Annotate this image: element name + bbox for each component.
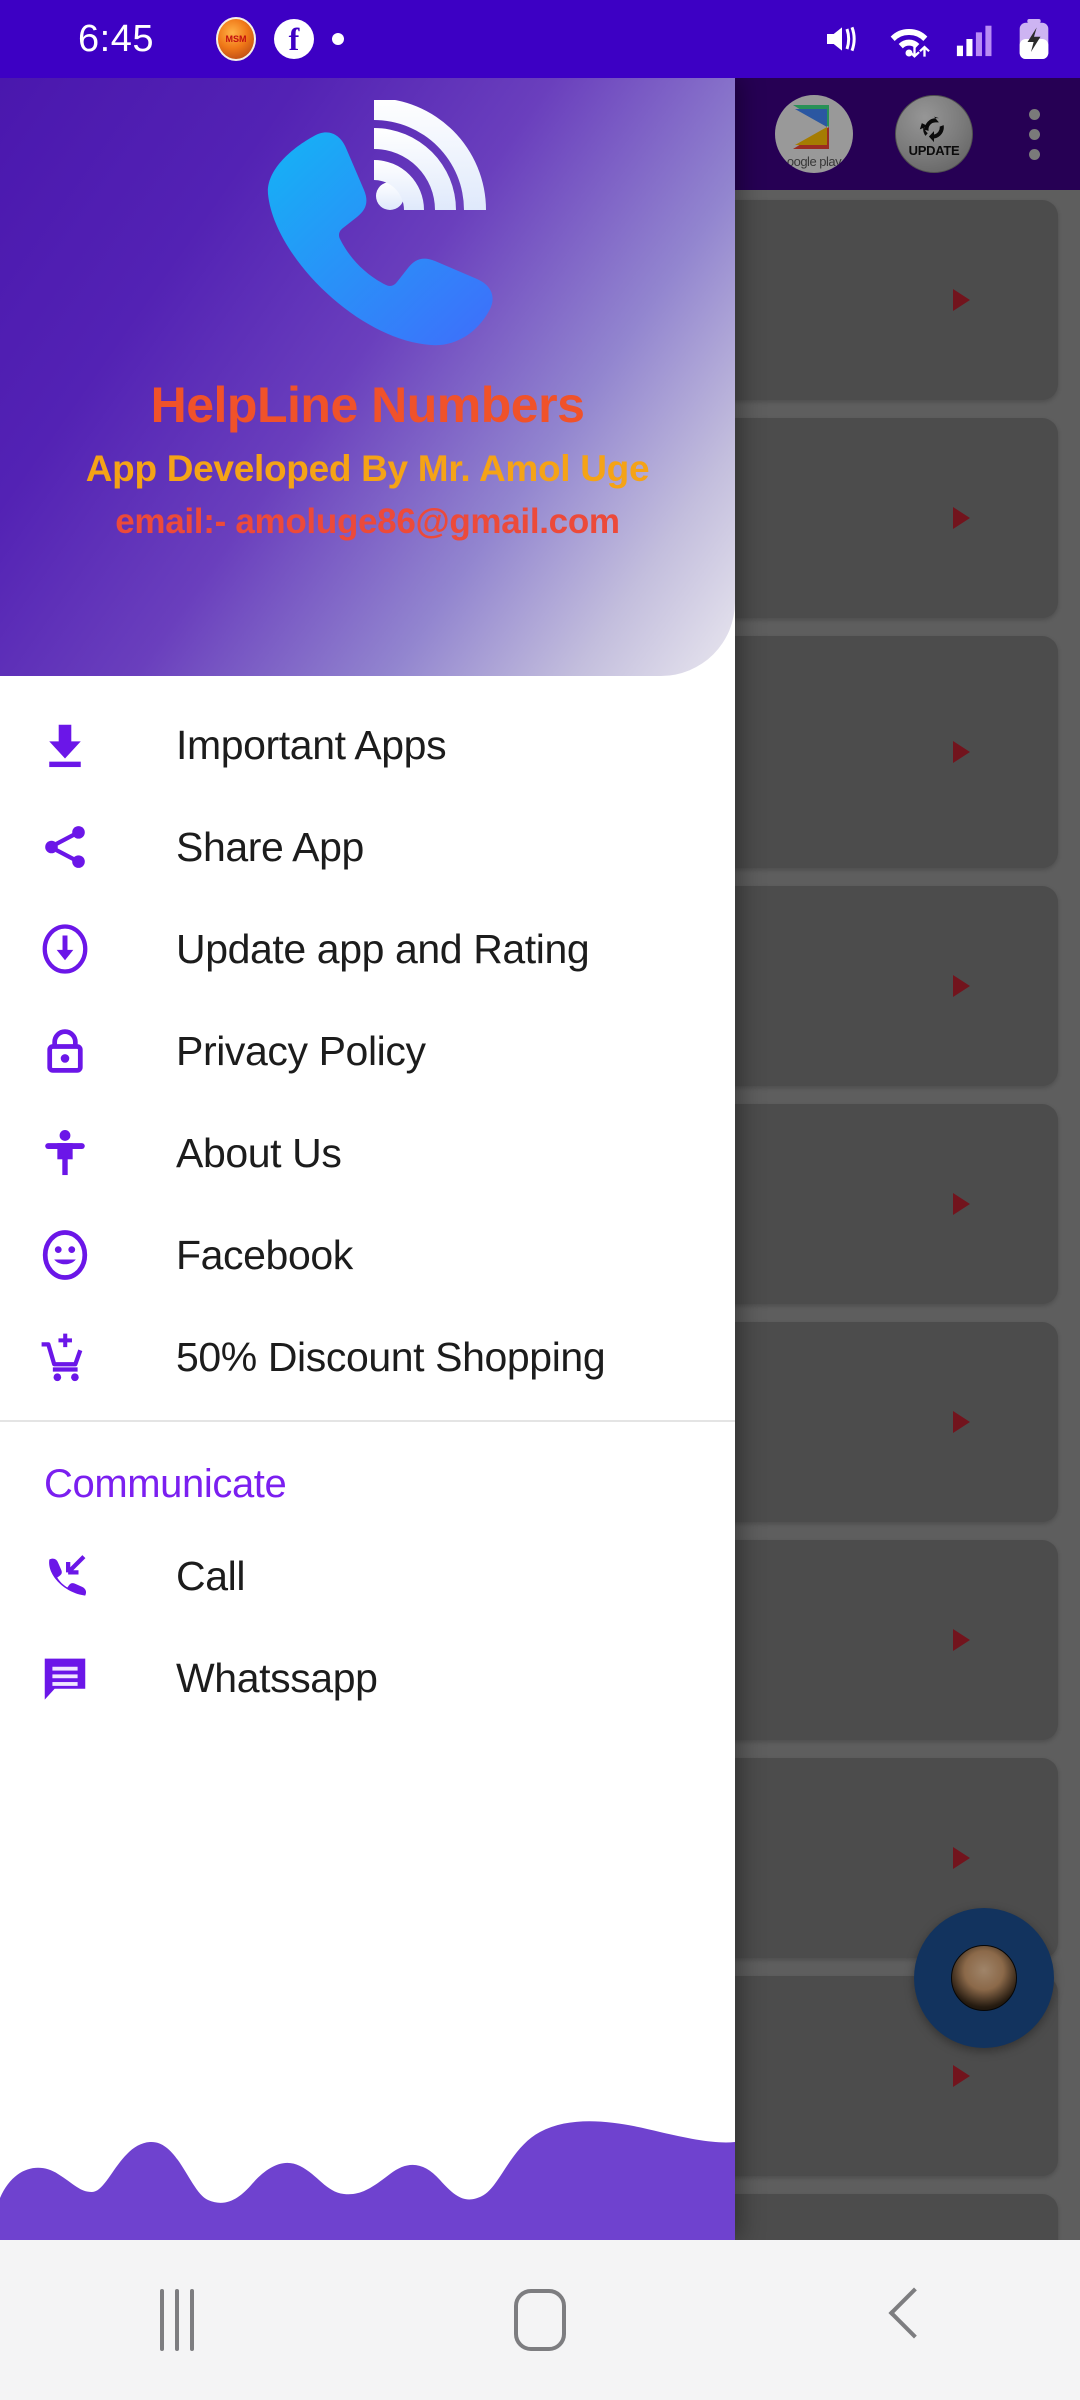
drawer-menu: Important Apps Share App Update app and Ra… <box>0 676 735 1408</box>
dot-indicator <box>331 33 344 45</box>
battery-charging-icon <box>1019 18 1049 60</box>
recents-icon[interactable] <box>160 2289 194 2351</box>
drawer-item-privacy-policy[interactable]: Privacy Policy <box>0 1000 735 1102</box>
kebab-dot <box>1029 128 1040 140</box>
chevron-right-icon <box>953 289 970 311</box>
chevron-right-icon <box>953 741 970 763</box>
recycle-arrows-icon <box>919 116 944 142</box>
app-notification-icon: MSM <box>215 17 256 61</box>
drawer-email-text: email:- amoluge86@gmail.com <box>115 502 620 541</box>
update-label: UPDATE <box>908 142 960 158</box>
avatar-fab[interactable] <box>914 1908 1054 2048</box>
download-circle-icon <box>38 922 124 976</box>
navigation-drawer: HelpLine Numbers App Developed By Mr. Am… <box>0 78 735 2240</box>
drawer-item-label: 50% Discount Shopping <box>176 1333 606 1380</box>
drawer-item-label: Call <box>176 1552 246 1599</box>
smiley-face-icon <box>38 1228 124 1282</box>
drawer-developer-text: App Developed By Mr. Amol Uge <box>85 448 650 489</box>
chevron-right-icon <box>953 975 970 997</box>
drawer-item-important-apps[interactable]: Important Apps <box>0 694 735 796</box>
chevron-right-icon <box>953 1411 970 1433</box>
status-bar: 6:45 MSM f <box>0 0 1080 78</box>
avatar <box>951 1945 1017 2011</box>
drawer-title: HelpLine Numbers <box>150 377 585 433</box>
drawer-item-label: About Us <box>176 1129 342 1176</box>
chevron-right-icon <box>953 1629 970 1651</box>
drawer-item-label: Privacy Policy <box>176 1027 426 1074</box>
mute-vibrate-icon <box>827 26 856 52</box>
drawer-item-label: Facebook <box>176 1231 353 1278</box>
system-nav-bar <box>0 2240 1080 2400</box>
drawer-item-label: Update app and Rating <box>176 925 590 972</box>
communicate-section-title: Communicate <box>44 1462 287 1506</box>
chevron-right-icon <box>953 2065 970 2087</box>
accessibility-person-icon <box>38 1126 124 1180</box>
cellular-signal-icon <box>956 25 992 57</box>
phone-signal-logo <box>218 98 518 380</box>
call-received-icon <box>38 1549 124 1603</box>
facebook-icon: f <box>273 19 314 59</box>
overflow-menu-button[interactable] <box>1015 99 1054 170</box>
clock: 6:45 <box>78 17 154 60</box>
chat-bubble-icon <box>38 1651 124 1705</box>
chevron-right-icon <box>953 1847 970 1869</box>
drawer-item-about-us[interactable]: About Us <box>0 1102 735 1204</box>
chevron-right-icon <box>953 507 970 529</box>
system-status-icons <box>820 18 1052 60</box>
drawer-item-update-app-and-rating[interactable]: Update app and Rating <box>0 898 735 1000</box>
drawer-item-label: Whatssapp <box>176 1654 378 1701</box>
wifi-icon <box>890 28 930 58</box>
play-store-label: oogle play <box>786 154 842 169</box>
communicate-menu: Call Whatssapp <box>0 1525 735 1729</box>
chevron-right-icon <box>953 1193 970 1215</box>
drawer-item-call[interactable]: Call <box>0 1525 735 1627</box>
drawer-item-label: Share App <box>176 823 364 870</box>
update-button[interactable]: UPDATE <box>895 95 973 173</box>
drawer-item-label: Important Apps <box>176 721 447 768</box>
download-icon <box>38 718 124 772</box>
drawer-item-facebook[interactable]: Facebook <box>0 1204 735 1306</box>
drawer-item-whatssapp[interactable]: Whatssapp <box>0 1627 735 1729</box>
share-icon <box>38 820 124 874</box>
phone-screen: oogle play UPDATE yServicesmestic <box>0 0 1080 2400</box>
kebab-dot <box>1029 108 1040 120</box>
drawer-item-share-app[interactable]: Share App <box>0 796 735 898</box>
drawer-item-50-discount-shopping[interactable]: 50% Discount Shopping <box>0 1306 735 1408</box>
back-icon[interactable] <box>886 2291 920 2349</box>
home-icon[interactable] <box>514 2289 566 2351</box>
wave-decoration <box>0 2121 735 2240</box>
notification-icons: MSM f <box>215 17 344 61</box>
play-store-icon[interactable]: oogle play <box>775 95 853 173</box>
add-to-cart-icon <box>38 1330 124 1384</box>
lock-icon <box>38 1024 124 1078</box>
kebab-dot <box>1029 148 1040 160</box>
drawer-header: HelpLine Numbers App Developed By Mr. Am… <box>0 78 735 676</box>
